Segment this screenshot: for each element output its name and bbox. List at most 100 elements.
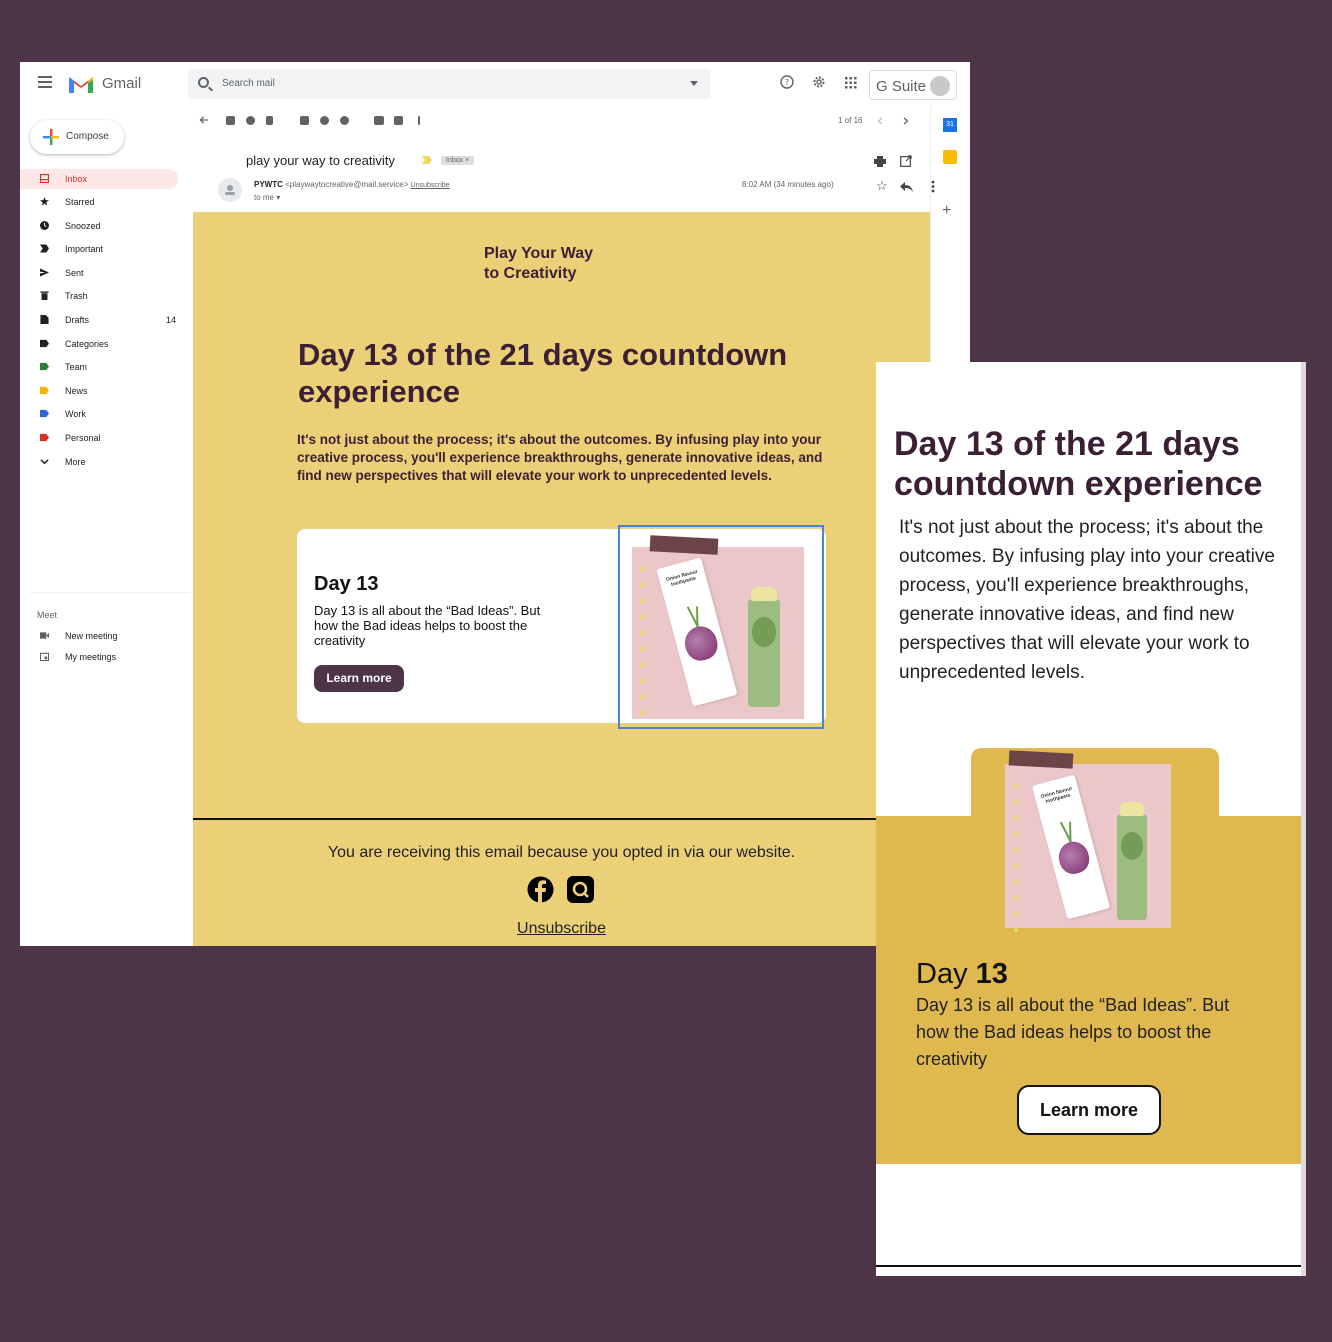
person-icon xyxy=(225,185,235,195)
search-options-icon[interactable] xyxy=(690,81,698,86)
calendar-icon xyxy=(40,652,49,661)
more-vert-icon[interactable] xyxy=(931,180,935,193)
new-meeting-item[interactable]: New meeting xyxy=(20,626,178,646)
labels-icon[interactable] xyxy=(394,116,403,125)
day-card: Day 13 Day 13 is all about the “Bad Idea… xyxy=(297,525,826,729)
sidebar-item-label: Trash xyxy=(65,291,88,301)
sidebar-item-team[interactable]: Team xyxy=(20,357,178,377)
help-icon[interactable]: ? xyxy=(778,75,796,93)
sidebar-divider xyxy=(30,592,190,593)
sidebar-item-more[interactable]: More xyxy=(20,452,178,472)
sidebar-item-news[interactable]: News xyxy=(20,381,178,401)
sidebar-item-label: Inbox xyxy=(65,174,88,184)
sender-name: PYWTC xyxy=(254,180,283,189)
archive-icon[interactable] xyxy=(226,116,235,125)
chevron-right-icon[interactable] xyxy=(903,117,909,125)
sender-line: PYWTC <playwaytocreative@mail.service> U… xyxy=(254,180,450,189)
sidebar-item-label: Team xyxy=(65,362,88,372)
sidebar-item-label: Important xyxy=(65,244,104,254)
sidebar-item-snoozed[interactable]: Snoozed xyxy=(20,216,178,236)
chevron-left-icon[interactable] xyxy=(877,117,883,125)
keep-icon[interactable] xyxy=(943,150,957,164)
report-spam-icon[interactable] xyxy=(246,116,255,125)
inbox-icon xyxy=(40,174,49,183)
my-meetings-item[interactable]: My meetings xyxy=(20,647,178,667)
notebook-holes xyxy=(1014,784,1018,944)
unsubscribe-link[interactable]: Unsubscribe xyxy=(411,182,450,189)
brand-line-2: to Creativity xyxy=(484,265,577,282)
move-to-icon[interactable] xyxy=(374,116,384,125)
sidebar-item-trash[interactable]: Trash xyxy=(20,286,178,306)
facebook-icon[interactable] xyxy=(527,876,554,903)
label-icon xyxy=(40,433,49,442)
mobile-day-title: Day 13 xyxy=(916,958,1008,991)
recipient-details[interactable]: to me ▾ xyxy=(254,193,280,202)
sidebar-item-important[interactable]: Important xyxy=(20,239,178,259)
account-switcher[interactable]: G Suite xyxy=(869,70,957,100)
sender-avatar[interactable] xyxy=(218,178,242,202)
sidebar-item-personal[interactable]: Personal xyxy=(20,428,178,448)
avatar-icon[interactable] xyxy=(930,76,950,96)
footer-unsubscribe-link[interactable]: Unsubscribe xyxy=(193,920,930,938)
sidebar-item-label: News xyxy=(65,386,88,396)
search-icon[interactable] xyxy=(567,876,594,903)
mark-unread-icon[interactable] xyxy=(300,116,309,125)
gmail-window: Gmail Search mail ? G Suite Compose Inbo… xyxy=(20,62,970,946)
add-task-icon[interactable] xyxy=(340,116,349,125)
label-icon xyxy=(40,362,49,371)
lip-balm-stick xyxy=(1117,802,1147,920)
settings-gear-icon[interactable] xyxy=(810,75,828,93)
inbox-label-chip[interactable]: Inbox × xyxy=(441,156,475,165)
apps-grid-icon[interactable] xyxy=(842,75,860,93)
snooze-icon[interactable] xyxy=(320,116,329,125)
mobile-day-word: Day xyxy=(916,958,968,990)
open-new-window-icon[interactable] xyxy=(900,155,912,167)
tape-strip xyxy=(649,535,719,555)
message-header: play your way to creativity Inbox × PYWT… xyxy=(192,136,935,212)
sidebar-item-starred[interactable]: Starred xyxy=(20,192,178,212)
sidebar-item-inbox[interactable]: Inbox xyxy=(20,169,178,189)
tube-label: Onion flavour toothpaste xyxy=(665,568,699,588)
delete-icon[interactable] xyxy=(266,116,273,125)
star-icon xyxy=(40,197,49,206)
star-icon[interactable]: ☆ xyxy=(876,178,888,194)
mobile-image-tab: Onion flavour toothpaste xyxy=(971,748,1219,938)
sidebar-item-drafts[interactable]: Drafts 14 xyxy=(20,310,178,330)
sidebar-item-work[interactable]: Work xyxy=(20,404,178,424)
search-bar[interactable]: Search mail xyxy=(188,69,710,99)
add-addon-icon[interactable]: + xyxy=(942,202,951,220)
selected-image-frame[interactable]: Onion flavour toothpaste xyxy=(618,525,824,729)
print-icon[interactable] xyxy=(874,156,886,167)
sidebar-item-sent[interactable]: Sent xyxy=(20,263,178,283)
search-icon[interactable] xyxy=(198,77,209,88)
tape-strip xyxy=(1008,750,1074,769)
brand-line-1: Play Your Way xyxy=(484,245,594,262)
sidebar-item-label: Categories xyxy=(65,339,109,349)
label-icon xyxy=(40,386,49,395)
important-marker-icon[interactable] xyxy=(422,156,432,164)
reply-icon[interactable] xyxy=(900,182,913,192)
back-arrow-icon[interactable] xyxy=(199,115,209,125)
meet-item-label: New meeting xyxy=(65,631,118,641)
mobile-preview: Day 13 of the 21 days countdown experien… xyxy=(876,362,1306,1276)
compose-plus-icon xyxy=(43,129,59,145)
tube-label: Onion flavour toothpaste xyxy=(1040,785,1073,805)
main-menu-icon[interactable] xyxy=(38,76,52,88)
calendar-icon[interactable]: 31 xyxy=(943,118,957,132)
toothpaste-tube: Onion flavour toothpaste xyxy=(1031,774,1111,920)
video-camera-icon xyxy=(40,632,49,639)
day-card-title: Day 13 xyxy=(314,573,379,595)
footer-note: You are receiving this email because you… xyxy=(327,844,796,861)
notebook-holes xyxy=(641,567,645,727)
compose-button[interactable]: Compose xyxy=(30,120,124,154)
learn-more-button[interactable]: Learn more xyxy=(314,665,404,692)
label-icon xyxy=(40,409,49,418)
more-options-icon[interactable] xyxy=(418,116,420,125)
sender-email: <playwaytocreative@mail.service> xyxy=(285,180,409,189)
compose-label: Compose xyxy=(66,131,109,142)
mobile-learn-more-button[interactable]: Learn more xyxy=(1017,1085,1161,1135)
onion-graphic xyxy=(681,622,721,664)
search-placeholder[interactable]: Search mail xyxy=(222,78,275,89)
sidebar-item-categories[interactable]: Categories xyxy=(20,334,178,354)
gmail-logo-icon[interactable] xyxy=(68,74,94,94)
